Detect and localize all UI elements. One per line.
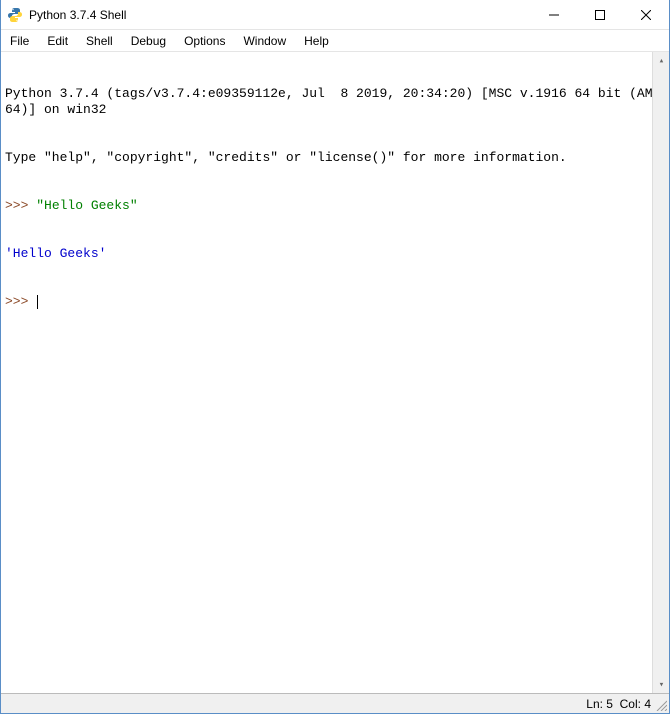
- minimize-button[interactable]: [531, 0, 577, 30]
- menu-help[interactable]: Help: [295, 30, 338, 51]
- menu-debug[interactable]: Debug: [122, 30, 175, 51]
- python-app-icon: [7, 7, 23, 23]
- prompt: >>>: [5, 198, 36, 213]
- scroll-down-arrow-icon[interactable]: ▾: [653, 676, 669, 693]
- menu-file[interactable]: File: [1, 30, 38, 51]
- resize-grip-icon[interactable]: [655, 699, 667, 711]
- menu-options[interactable]: Options: [175, 30, 234, 51]
- menu-window[interactable]: Window: [234, 30, 295, 51]
- maximize-button[interactable]: [577, 0, 623, 30]
- status-line: Ln: 5: [586, 697, 613, 711]
- scroll-up-arrow-icon[interactable]: ▴: [653, 52, 669, 69]
- window-controls: [531, 0, 669, 30]
- title-bar: Python 3.7.4 Shell: [1, 0, 669, 30]
- prompt: >>>: [5, 294, 36, 309]
- text-cursor: [37, 295, 38, 309]
- shell-text-area[interactable]: Python 3.7.4 (tags/v3.7.4:e09359112e, Ju…: [1, 52, 669, 693]
- menu-bar: File Edit Shell Debug Options Window Hel…: [1, 30, 669, 52]
- window-title: Python 3.7.4 Shell: [29, 8, 126, 22]
- close-button[interactable]: [623, 0, 669, 30]
- banner-line: Type "help", "copyright", "credits" or "…: [5, 150, 665, 166]
- shell-prompt-line: >>>: [5, 294, 665, 310]
- shell-output-line: 'Hello Geeks': [5, 246, 665, 262]
- vertical-scrollbar[interactable]: ▴ ▾: [652, 52, 669, 693]
- input-code: "Hello Geeks": [36, 198, 137, 213]
- status-bar: Ln: 5 Col: 4: [1, 693, 669, 713]
- status-col: Col: 4: [620, 697, 651, 711]
- banner-line: Python 3.7.4 (tags/v3.7.4:e09359112e, Ju…: [5, 86, 665, 118]
- menu-edit[interactable]: Edit: [38, 30, 77, 51]
- shell-input-line: >>> "Hello Geeks": [5, 198, 665, 214]
- menu-shell[interactable]: Shell: [77, 30, 122, 51]
